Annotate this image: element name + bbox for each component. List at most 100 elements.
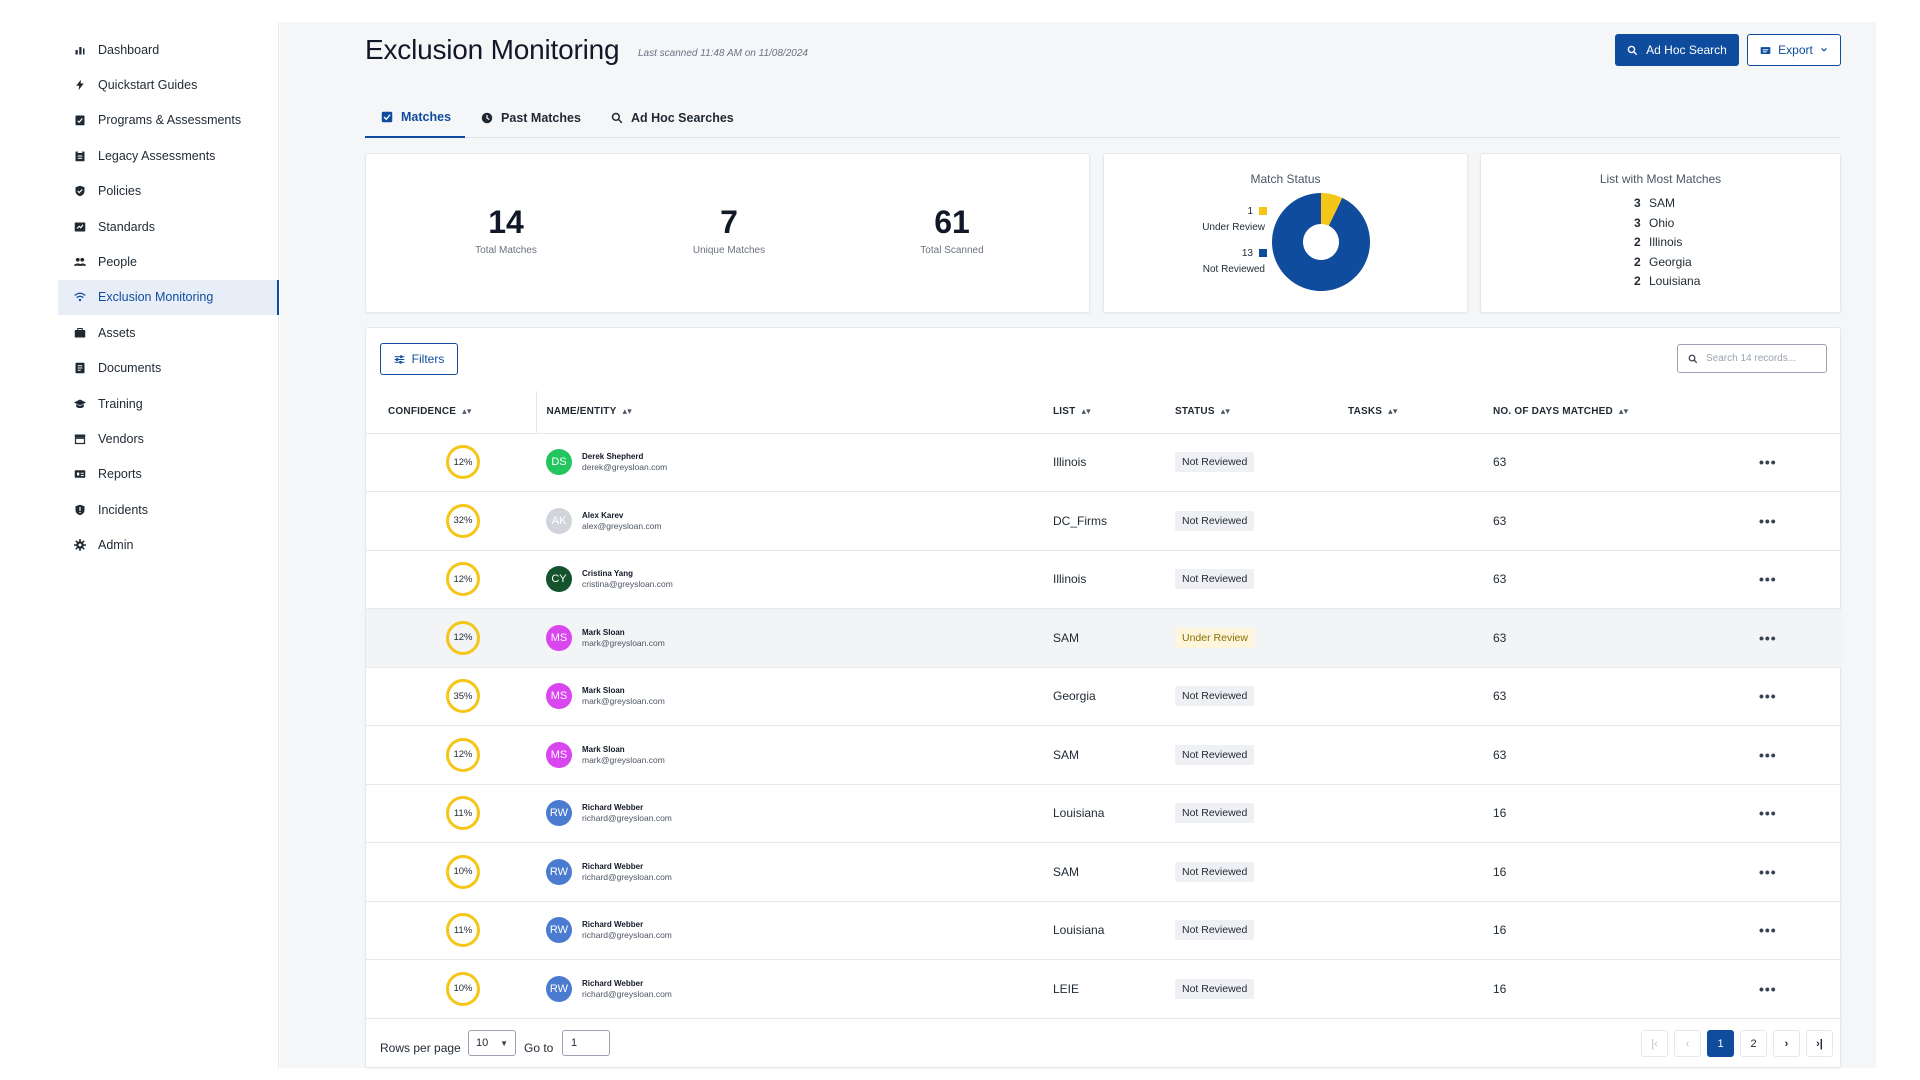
sidebar-item-dashboard[interactable]: Dashboard [58, 32, 279, 67]
entity-name[interactable]: Cristina Yang [582, 569, 673, 578]
tasks-cell [1338, 843, 1483, 902]
table-row[interactable]: 35% MS Mark Sloan mark@greysloan.com Georgia… [366, 667, 1842, 726]
sidebar-item-people[interactable]: People [58, 244, 279, 279]
column-status[interactable]: STATUS ▴▾ [1165, 391, 1338, 434]
sidebar-item-admin[interactable]: Admin [58, 527, 279, 562]
entity-email: mark@greysloan.com [582, 754, 665, 765]
most-matches-name: Louisiana [1649, 274, 1701, 288]
column-confidence[interactable]: CONFIDENCE ▴▾ [366, 391, 536, 434]
page-2-button[interactable]: 2 [1740, 1030, 1767, 1057]
confidence-cell: 12% [366, 609, 536, 668]
more-actions-icon[interactable]: ••• [1759, 688, 1777, 704]
sidebar-item-label: Admin [98, 538, 134, 553]
sidebar-item-assets[interactable]: Assets [58, 315, 279, 350]
table-row[interactable]: 32% AK Alex Karev alex@greysloan.com DC_Firm… [366, 492, 1842, 550]
donut-slice-not-reviewed[interactable] [1272, 193, 1370, 291]
entity-name[interactable]: Derek Shepherd [582, 452, 667, 461]
sort-icon: ▴▾ [1220, 406, 1231, 417]
table-row[interactable]: 10% RW Richard Webber richard@greysloan.com… [366, 843, 1842, 902]
bolt-icon [74, 79, 86, 91]
entity-name[interactable]: Alex Karev [582, 511, 662, 520]
match-status-card: Match Status 1 Under Review 13 Not Revie… [1103, 153, 1468, 313]
tasks-cell [1338, 550, 1483, 609]
briefcase-icon [74, 327, 86, 339]
status-cell: Not Reviewed [1165, 960, 1338, 1019]
go-to-label: Go to [524, 1041, 554, 1055]
tab-matches[interactable]: Matches [365, 98, 466, 138]
ad-hoc-search-button[interactable]: Ad Hoc Search [1615, 34, 1739, 66]
more-actions-icon[interactable]: ••• [1759, 571, 1777, 587]
next-page-button[interactable]: › [1773, 1030, 1800, 1057]
entity-name[interactable]: Richard Webber [582, 979, 672, 988]
table-row[interactable]: 10% RW Richard Webber richard@greysloan.com… [366, 960, 1842, 1019]
not-reviewed-swatch [1259, 249, 1267, 258]
column-list[interactable]: LIST ▴▾ [1043, 391, 1165, 434]
sidebar-item-label: Training [98, 396, 143, 411]
more-actions-icon[interactable]: ••• [1759, 805, 1777, 821]
prev-page-button[interactable]: ‹ [1674, 1030, 1701, 1057]
sidebar-item-policies[interactable]: Policies [58, 174, 279, 209]
more-actions-icon[interactable]: ••• [1759, 513, 1777, 529]
sidebar-item-vendors[interactable]: Vendors [58, 421, 279, 456]
tab-ad-hoc-searches[interactable]: Ad Hoc Searches [595, 98, 748, 138]
under-review-swatch [1259, 207, 1267, 216]
more-actions-icon[interactable]: ••• [1759, 981, 1777, 997]
more-actions-icon[interactable]: ••• [1759, 630, 1777, 646]
sidebar-item-legacy-assessments[interactable]: Legacy Assessments [58, 138, 279, 173]
status-cell: Under Review [1165, 609, 1338, 668]
table-search[interactable] [1677, 344, 1827, 373]
entity-name[interactable]: Mark Sloan [582, 686, 665, 695]
entity-name[interactable]: Richard Webber [582, 862, 672, 871]
sidebar-item-reports[interactable]: Reports [58, 457, 279, 492]
export-button[interactable]: Export [1747, 34, 1841, 66]
tab-past-matches[interactable]: Past Matches [465, 98, 595, 138]
rows-per-page-select[interactable]: 10 ▼ [468, 1030, 516, 1056]
sidebar-item-label: Vendors [98, 431, 144, 446]
table-row[interactable]: 12% DS Derek Shepherd derek@greysloan.com Il… [366, 433, 1842, 492]
table-row[interactable]: 11% RW Richard Webber richard@greysloan.com… [366, 784, 1842, 843]
filters-button[interactable]: Filters [380, 343, 458, 375]
more-actions-icon[interactable]: ••• [1759, 747, 1777, 763]
history-icon [481, 112, 493, 124]
tasks-cell [1338, 433, 1483, 492]
entity-name[interactable]: Richard Webber [582, 920, 672, 929]
entity-name[interactable]: Mark Sloan [582, 745, 665, 754]
sidebar-item-documents[interactable]: Documents [58, 351, 279, 386]
sidebar-item-exclusion-monitoring[interactable]: Exclusion Monitoring [58, 279, 279, 316]
days-matched-cell: 63 [1493, 689, 1507, 704]
page-number: 1 [1717, 1037, 1724, 1050]
avatar: MS [546, 741, 572, 768]
page-1-button[interactable]: 1 [1707, 1030, 1734, 1057]
under-review-label: Under Review [1202, 222, 1265, 233]
column-days-matched[interactable]: NO. OF DAYS MATCHED ▴▾ [1483, 391, 1731, 434]
table-row[interactable]: 12% MS Mark Sloan mark@greysloan.com SAM Not … [366, 726, 1842, 784]
table-row[interactable]: 11% RW Richard Webber richard@greysloan.com… [366, 901, 1842, 960]
column-name-entity[interactable]: NAME/ENTITY ▴▾ [535, 391, 1043, 434]
entity-name[interactable]: Mark Sloan [582, 628, 665, 637]
most-matches-card: List with Most Matches 3 SAM 3 Ohio 2 Illinoi… [1480, 153, 1841, 313]
storefront-icon [74, 434, 86, 445]
entity-name[interactable]: Richard Webber [582, 803, 672, 812]
table-row[interactable]: 12% MS Mark Sloan mark@greysloan.com SAM Unde… [366, 608, 1842, 668]
more-actions-icon[interactable]: ••• [1759, 922, 1777, 938]
more-actions-icon[interactable]: ••• [1759, 864, 1777, 880]
sidebar-item-programs-assessments[interactable]: Programs & Assessments [58, 103, 279, 138]
table-row[interactable]: 12% CY Cristina Yang cristina@greysloan.com… [366, 550, 1842, 609]
sidebar-item-standards[interactable]: Standards [58, 209, 279, 244]
sidebar-item-label: Quickstart Guides [98, 78, 198, 93]
graduation-cap-icon [74, 399, 86, 408]
column-tasks[interactable]: TASKS ▴▾ [1338, 391, 1483, 434]
sidebar-item-quickstart-guides[interactable]: Quickstart Guides [58, 67, 279, 102]
search-input[interactable] [1706, 353, 1816, 364]
sidebar-item-incidents[interactable]: Incidents [58, 492, 279, 527]
go-to-page-input[interactable] [562, 1030, 610, 1056]
most-matches-count: 2 [1634, 235, 1641, 249]
avatar: CY [546, 566, 572, 593]
first-page-button[interactable]: |‹ [1641, 1030, 1668, 1057]
sidebar-item-label: Exclusion Monitoring [98, 290, 214, 305]
more-actions-icon[interactable]: ••• [1759, 454, 1777, 470]
sidebar-item-training[interactable]: Training [58, 386, 279, 421]
tab-bar: Matches Past Matches Ad Hoc Searches [365, 98, 1840, 138]
last-page-button[interactable]: ›| [1806, 1030, 1833, 1057]
people-icon [74, 257, 86, 266]
